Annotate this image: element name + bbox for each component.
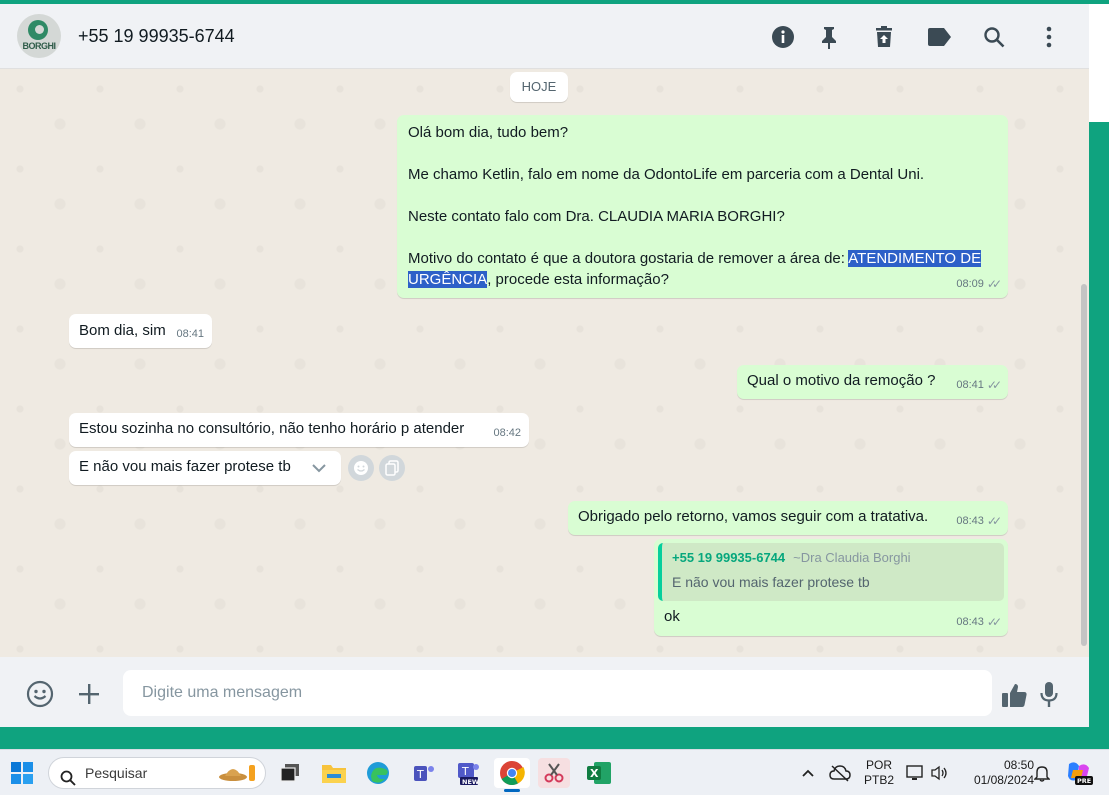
pin-icon[interactable] — [816, 24, 842, 50]
read-ticks-icon: ✓✓ — [986, 615, 1002, 629]
message-text: Qual o motivo da remoção ? — [747, 372, 936, 389]
message-time: 08:09 — [956, 278, 984, 290]
whatsapp-window: BORGHI +55 19 99935-6744 HOJE Olá bom di… — [0, 4, 1089, 727]
outgoing-message[interactable]: Qual o motivo da remoção ? 08:41 ✓✓ — [737, 365, 1008, 399]
read-ticks-icon: ✓✓ — [986, 277, 1002, 291]
message-meta: 08:41 ✓✓ — [956, 375, 1002, 396]
message-text: Bom dia, sim — [79, 322, 166, 339]
message-text: Olá bom dia, tudo bem? — [408, 124, 569, 141]
svg-text:T: T — [416, 768, 424, 781]
incoming-message[interactable]: E não vou mais fazer protese tb — [69, 451, 341, 485]
selected-text: URGÊNCIA — [408, 271, 488, 288]
message-text-part: , procede esta informação? — [487, 271, 669, 288]
volume-icon[interactable] — [928, 758, 950, 788]
display-network-icon[interactable] — [904, 758, 928, 788]
label-icon[interactable] — [926, 24, 952, 50]
avatar-text: BORGHI — [22, 41, 57, 51]
teams-badge: NEW — [462, 778, 479, 786]
cloud-offline-icon[interactable] — [826, 758, 854, 788]
copy-icon[interactable] — [379, 455, 405, 481]
message-meta: 08:43 ✓✓ — [956, 511, 1002, 532]
contact-name[interactable]: +55 19 99935-6744 — [78, 26, 235, 47]
message-text: Motivo do contato é que a doutora gostar… — [408, 248, 998, 290]
chevron-up-icon[interactable] — [796, 758, 820, 788]
message-text: Neste contato falo com Dra. CLAUDIA MARI… — [408, 208, 785, 225]
microphone-icon[interactable] — [1037, 681, 1061, 709]
language-indicator[interactable]: POR PTB2 — [860, 758, 898, 788]
contact-avatar[interactable]: BORGHI — [17, 14, 61, 58]
message-menu-chevron-icon[interactable] — [301, 453, 337, 483]
window-edge — [1089, 0, 1109, 749]
attach-plus-icon[interactable] — [74, 679, 104, 709]
react-emoji-icon[interactable] — [348, 455, 374, 481]
message-time: 08:43 — [956, 616, 984, 628]
message-text: Obrigado pelo retorno, vamos seguir com … — [578, 508, 929, 525]
scrollbar[interactable] — [1081, 284, 1087, 646]
message-time: 08:41 — [176, 328, 204, 340]
search-icon — [60, 766, 76, 795]
message-text-part: Motivo do contato é que a doutora gostar… — [408, 250, 849, 267]
read-ticks-icon: ✓✓ — [986, 378, 1002, 392]
thumbs-up-icon[interactable] — [1000, 681, 1028, 709]
message-meta: 08:09 ✓✓ — [956, 274, 1002, 295]
search-highlight-hat-icon — [217, 763, 261, 793]
outgoing-reply-message[interactable]: +55 19 99935-6744 ~Dra Claudia Borghi E n… — [654, 539, 1008, 636]
notification-bell-icon[interactable] — [1030, 758, 1054, 788]
message-meta: 08:43 ✓✓ — [956, 612, 1002, 633]
selected-text: ATENDIMENTO DE — [848, 250, 982, 267]
message-text: ok — [664, 608, 680, 625]
incoming-message[interactable]: Estou sozinha no consultório, não tenho … — [69, 413, 529, 447]
menu-icon[interactable] — [1036, 24, 1062, 50]
message-meta: 08:42 — [493, 423, 521, 444]
message-text: E não vou mais fazer protese tb — [79, 458, 291, 475]
search-icon[interactable] — [981, 24, 1007, 50]
quoted-message[interactable]: +55 19 99935-6744 ~Dra Claudia Borghi E n… — [658, 543, 1004, 601]
svg-text:X: X — [590, 767, 599, 780]
file-explorer-icon[interactable] — [318, 758, 350, 788]
teams-icon[interactable]: T — [408, 758, 440, 788]
message-list[interactable]: HOJE Olá bom dia, tudo bem? Me chamo Ket… — [0, 69, 1089, 657]
system-clock[interactable]: 08:50 01/08/2024 — [958, 758, 1034, 788]
language-code: POR — [865, 758, 892, 772]
chrome-icon[interactable] — [494, 758, 530, 792]
quoted-author: +55 19 99935-6744 — [672, 550, 786, 565]
copilot-badge: PRE — [1077, 777, 1091, 785]
excel-icon[interactable]: X — [583, 758, 615, 788]
message-text: Me chamo Ketlin, falo em nome da OdontoL… — [408, 166, 925, 183]
keyboard-layout: PTB2 — [863, 773, 894, 787]
day-separator: HOJE — [510, 72, 568, 102]
outgoing-message[interactable]: Olá bom dia, tudo bem? Me chamo Ketlin, … — [397, 115, 1008, 298]
delete-icon[interactable] — [871, 24, 897, 50]
taskbar-search[interactable]: Pesquisar — [48, 757, 266, 789]
teams-new-icon[interactable]: T NEW — [452, 758, 484, 788]
message-time: 08:42 — [493, 427, 521, 439]
snipping-tool-icon[interactable] — [538, 758, 570, 788]
outgoing-message[interactable]: Obrigado pelo retorno, vamos seguir com … — [568, 501, 1008, 535]
clock-date: 01/08/2024 — [973, 773, 1034, 787]
edge-browser-icon[interactable] — [362, 758, 394, 788]
windows-taskbar: Pesquisar T T NEW X POR PTB2 08:50 01/08… — [0, 749, 1109, 795]
message-meta: 08:41 — [176, 324, 204, 345]
chat-header: BORGHI +55 19 99935-6744 — [0, 4, 1089, 69]
emoji-icon[interactable] — [25, 679, 55, 709]
read-ticks-icon: ✓✓ — [986, 514, 1002, 528]
search-label: Pesquisar — [85, 765, 148, 781]
svg-text:T: T — [461, 765, 469, 778]
message-text: Estou sozinha no consultório, não tenho … — [79, 420, 465, 437]
info-icon[interactable] — [770, 24, 796, 50]
quoted-author-alias: ~Dra Claudia Borghi — [793, 550, 911, 565]
message-input[interactable]: Digite uma mensagem — [123, 670, 992, 716]
clock-time: 08:50 — [1003, 758, 1034, 772]
composer-bar: Digite uma mensagem — [0, 657, 1089, 727]
task-view-icon[interactable] — [274, 758, 306, 788]
copilot-icon[interactable]: PRE — [1062, 758, 1096, 788]
incoming-message[interactable]: Bom dia, sim 08:41 — [69, 314, 212, 348]
start-windows-icon[interactable] — [6, 758, 38, 788]
message-time: 08:41 — [956, 379, 984, 391]
message-time: 08:43 — [956, 515, 984, 527]
quoted-text: E não vou mais fazer protese tb — [672, 574, 870, 590]
